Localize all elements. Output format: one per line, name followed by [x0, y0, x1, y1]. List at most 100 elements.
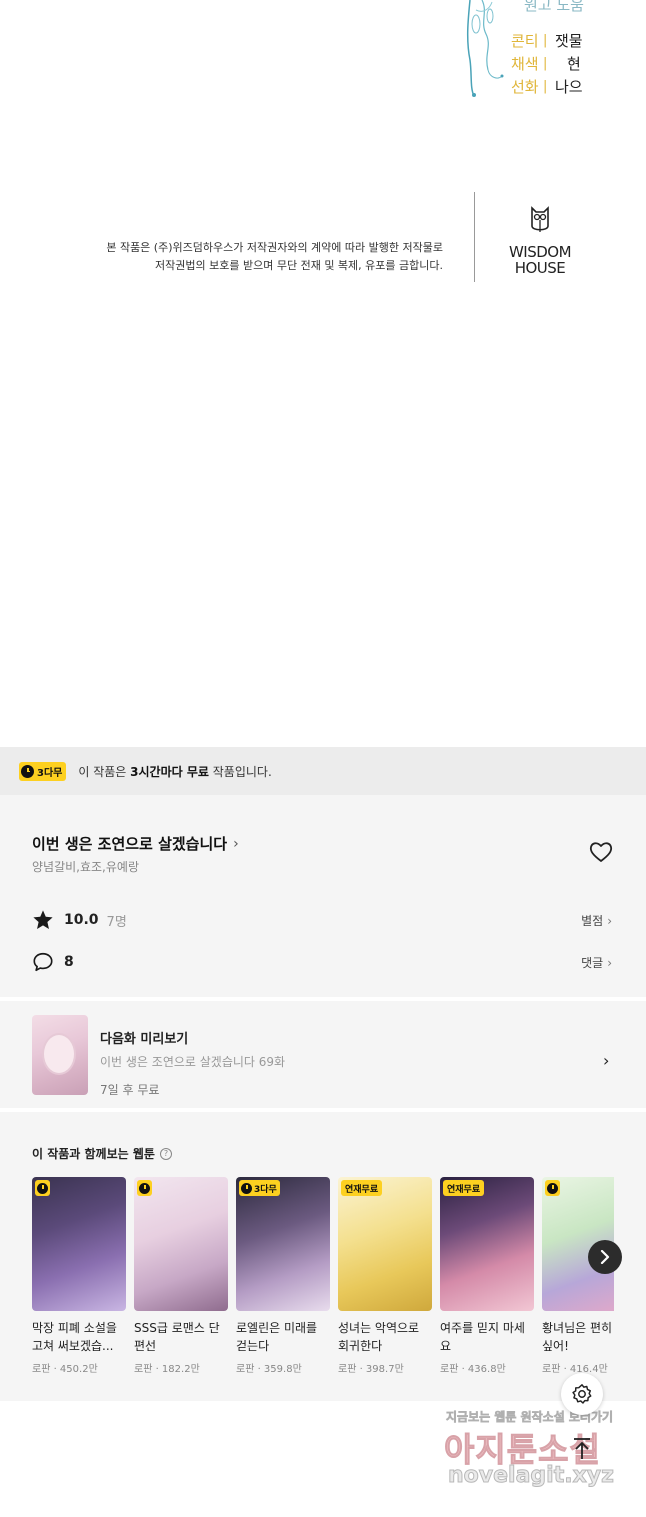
recommendations-heading: 이 작품과 함께보는 웹툰 ? — [32, 1145, 172, 1162]
recommendation-title: 여주를 믿지 마세요 — [440, 1321, 525, 1353]
recommendation-meta: 로판 · 398.7만 — [338, 1364, 404, 1375]
logo-text: HOUSE — [514, 259, 566, 277]
free-text-pre: 이 작품은 — [78, 764, 131, 779]
star-icon — [33, 910, 53, 929]
recommendation-cover: 3다무 — [236, 1177, 330, 1311]
wait-free-badge — [35, 1180, 50, 1196]
thumbnail-art — [44, 1035, 74, 1073]
arrow-up-icon — [574, 1438, 590, 1459]
credit-row-storyboard: 콘티 | 잿물 — [511, 30, 583, 51]
recommendation-meta: 로판 · 182.2만 — [134, 1364, 200, 1375]
free-schedule-bar: 3다무 이 작품은 3시간마다 무료 작품입니다. — [0, 747, 646, 795]
copyright-line: 본 작품은 (주)위즈덤하우스가 저작권자와의 계약에 따라 발행한 저작물로 — [106, 241, 443, 254]
next-episode-free-info: 7일 후 무료 — [100, 1083, 160, 1097]
work-authors: 양념갈비,효조,유예랑 — [32, 860, 139, 874]
credit-separator: | — [543, 33, 548, 48]
section-divider — [0, 1108, 646, 1112]
clock-icon — [37, 1182, 48, 1194]
rating-link[interactable]: 별점 › — [581, 912, 612, 929]
credit-assistant-heading: 원고 도움 — [524, 0, 584, 14]
next-episode-heading: 다음화 미리보기 — [100, 1032, 189, 1047]
credit-separator: | — [543, 79, 548, 94]
recommendation-meta: 로판 · 450.2만 — [32, 1364, 98, 1375]
clock-icon — [139, 1182, 150, 1194]
badge-label: 3다무 — [254, 1184, 277, 1195]
wait-free-badge — [137, 1180, 152, 1196]
decorative-vine-illustration — [466, 0, 504, 97]
recommendation-cover: 연재무료 — [440, 1177, 534, 1311]
recommendation-cover: 연재무료 — [338, 1177, 432, 1311]
settings-button[interactable] — [561, 1373, 603, 1415]
wait-free-badge — [545, 1180, 560, 1196]
credit-role: 콘티 — [511, 32, 539, 50]
recommendation-title: SSS급 로맨스 단편선 — [134, 1321, 220, 1353]
recommendation-cover — [32, 1177, 126, 1311]
comments-count: 8 — [64, 954, 74, 970]
rating-count: 7명 — [106, 914, 127, 930]
page-bottom-area — [0, 1401, 646, 1517]
recommendation-card[interactable]: 연재무료 여주를 믿지 마세요 로판 · 436.8만 — [440, 1177, 534, 1375]
free-serial-badge: 연재무료 — [443, 1180, 485, 1196]
chevron-right-icon: › — [607, 956, 612, 970]
recommendation-card[interactable]: 3다무 로엘린은 미래를 걷는다 로판 · 359.8만 — [236, 1177, 330, 1375]
recommendation-cover — [134, 1177, 228, 1311]
work-title-link[interactable]: 이번 생은 조연으로 살겠습니다 › — [32, 833, 239, 854]
work-title: 이번 생은 조연으로 살겠습니다 — [32, 835, 228, 853]
recommendation-title: 성녀는 악역으로 회귀한다 — [338, 1321, 420, 1353]
rating-value: 10.0 — [64, 912, 99, 928]
work-info-panel: 이번 생은 조연으로 살겠습니다 › 양념갈비,효조,유예랑 10.0 7명 별… — [0, 795, 646, 1401]
section-divider — [0, 997, 646, 1001]
rating-link-label: 별점 — [581, 914, 604, 928]
wait-free-badge: 3다무 — [239, 1180, 280, 1196]
comments-link-label: 댓글 — [581, 956, 604, 970]
recommendation-card[interactable]: 황녀님은 편히 고 싶어! 로판 · 416.4만 — [542, 1177, 614, 1375]
next-episode-subtitle: 이번 생은 조연으로 살겠습니다 69화 — [100, 1055, 286, 1069]
badge-label: 3다무 — [37, 767, 63, 779]
rating-row: 10.0 7명 — [32, 909, 127, 931]
credit-separator: | — [543, 56, 548, 71]
clock-icon — [21, 764, 34, 778]
recommendations-heading-text: 이 작품과 함께보는 웹툰 — [32, 1147, 155, 1161]
owl-logo-icon — [531, 206, 549, 232]
chevron-right-icon: › — [233, 835, 239, 852]
credit-name: 나으 — [555, 78, 583, 96]
recommendation-meta: 로판 · 436.8만 — [440, 1364, 506, 1375]
comment-bubble-icon — [33, 952, 53, 972]
recommendation-title: 황녀님은 편히 고 싶어! — [542, 1321, 614, 1353]
logo-text: WISDOM — [508, 243, 572, 261]
clock-icon — [547, 1182, 558, 1194]
scroll-to-top-button[interactable] — [561, 1428, 603, 1470]
next-episode-preview[interactable]: 다음화 미리보기 이번 생은 조연으로 살겠습니다 69화 7일 후 무료 › — [0, 1003, 646, 1109]
credit-role: 선화 — [511, 78, 539, 96]
credit-name: 현 — [567, 55, 581, 73]
recommendation-title: 로엘린은 미래를 걷는다 — [236, 1321, 318, 1353]
clock-icon — [241, 1182, 252, 1194]
free-serial-badge: 연재무료 — [341, 1180, 383, 1196]
chevron-right-icon — [600, 1250, 610, 1264]
carousel-next-button[interactable] — [588, 1240, 622, 1274]
credit-name: 잿물 — [555, 32, 583, 50]
recommendation-title: 막장 피폐 소설을 고쳐 써보겠습... — [32, 1321, 117, 1353]
gear-icon — [572, 1384, 592, 1404]
free-text-bold: 3시간마다 무료 — [130, 764, 209, 779]
next-episode-thumbnail — [32, 1015, 88, 1095]
wait-free-badge: 3다무 — [19, 761, 67, 781]
vertical-divider — [474, 192, 475, 282]
free-text-post: 작품입니다. — [208, 764, 272, 779]
recommendations-carousel: 막장 피폐 소설을 고쳐 써보겠습... 로판 · 450.2만 SSS급 로맨… — [32, 1177, 614, 1377]
free-schedule-text: 이 작품은 3시간마다 무료 작품입니다. — [78, 763, 271, 780]
comments-row: 8 — [32, 951, 74, 973]
help-question-icon[interactable]: ? — [159, 1147, 172, 1160]
comments-link[interactable]: 댓글 › — [581, 954, 612, 971]
copyright-line: 저작권법의 보호를 받으며 무단 전재 및 복제, 유포를 금합니다. — [155, 259, 443, 272]
recommendation-card[interactable]: 막장 피폐 소설을 고쳐 써보겠습... 로판 · 450.2만 — [32, 1177, 126, 1375]
recommendation-card[interactable]: SSS급 로맨스 단편선 로판 · 182.2만 — [134, 1177, 228, 1375]
chevron-right-icon: › — [603, 1051, 610, 1070]
favorite-heart-icon[interactable] — [589, 841, 613, 863]
credit-row-lineart: 선화 | 나으 — [511, 76, 583, 97]
recommendation-card[interactable]: 연재무료 성녀는 악역으로 회귀한다 로판 · 398.7만 — [338, 1177, 432, 1375]
episode-end-credits: 원고 도움 콘티 | 잿물 채색 | 현 선화 | 나으 본 작품은 (주)위즈… — [0, 0, 646, 745]
credit-role: 채색 — [511, 55, 539, 73]
credit-row-coloring: 채색 | 현 — [511, 53, 581, 74]
recommendation-meta: 로판 · 359.8만 — [236, 1364, 302, 1375]
